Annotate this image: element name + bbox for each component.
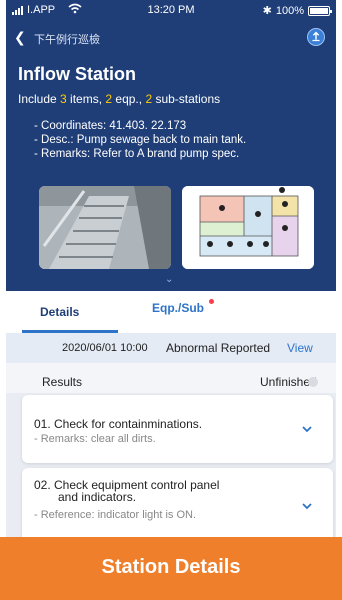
floor-plan-image[interactable]: [182, 186, 314, 269]
report-status: Abnormal Reported: [166, 341, 271, 355]
report-datetime: 2020/06/01 10:00: [62, 342, 148, 354]
station-header: I.APP 13:20 PM ✱ 100% ❮ 下午例行巡檢 Inflow St…: [6, 0, 336, 291]
tab-eqp-sub[interactable]: Eqp./Sub: [152, 301, 204, 315]
tab-bar: Details Eqp./Sub: [6, 291, 336, 333]
checklist-item[interactable]: 01. Check for containminations. - Remark…: [22, 395, 333, 463]
station-summary: Include 3 items, 2 eqp., 2 sub-stations: [18, 92, 221, 106]
tab-details[interactable]: Details: [40, 305, 79, 319]
results-label: Results: [42, 375, 83, 389]
app-screen: I.APP 13:20 PM ✱ 100% ❮ 下午例行巡檢 Inflow St…: [6, 0, 336, 600]
info-description: - Desc.: Pump sewage back to main tank.: [34, 134, 247, 146]
checklist-title-continued: and indicators.: [58, 490, 137, 504]
nav-title: 下午例行巡檢: [34, 34, 100, 46]
station-info: - Coordinates: 41.403. 22.173 - Desc.: P…: [34, 119, 246, 161]
upload-icon[interactable]: [307, 28, 325, 46]
notification-badge: [209, 299, 214, 304]
report-banner: 2020/06/01 10:00 Abnormal Reported View: [6, 333, 336, 363]
station-title: Inflow Station: [18, 64, 136, 84]
back-chevron-icon[interactable]: ❮: [14, 29, 26, 45]
bluetooth-icon: ✱: [262, 5, 272, 17]
station-photo[interactable]: [39, 186, 171, 269]
status-bar: I.APP 13:20 PM ✱ 100%: [6, 0, 336, 20]
info-coordinates: - Coordinates: 41.403. 22.173: [34, 120, 187, 132]
chevron-down-icon[interactable]: [301, 423, 313, 435]
checklist-title: 01. Check for containminations.: [34, 417, 203, 431]
battery-percent: 100%: [275, 4, 304, 17]
items-count: 3: [60, 92, 67, 106]
info-remarks: - Remarks: Refer to A brand pump spec.: [34, 148, 240, 160]
view-link[interactable]: View: [287, 341, 313, 355]
status-dot-icon: [308, 377, 318, 387]
caption-banner: Station Details: [0, 537, 342, 600]
battery-icon: [308, 5, 332, 16]
navbar: ❮ 下午例行巡檢: [6, 26, 336, 50]
checklist-remark: - Remarks: clear all dirts.: [34, 433, 156, 445]
checklist-reference: - Reference: indicator light is ON.: [34, 509, 197, 521]
chevron-down-icon[interactable]: [301, 500, 313, 512]
results-header: Results Unfinished: [6, 363, 336, 393]
expand-chevron-icon[interactable]: ⌄: [165, 274, 173, 285]
caption-label: Station Details: [101, 556, 241, 578]
